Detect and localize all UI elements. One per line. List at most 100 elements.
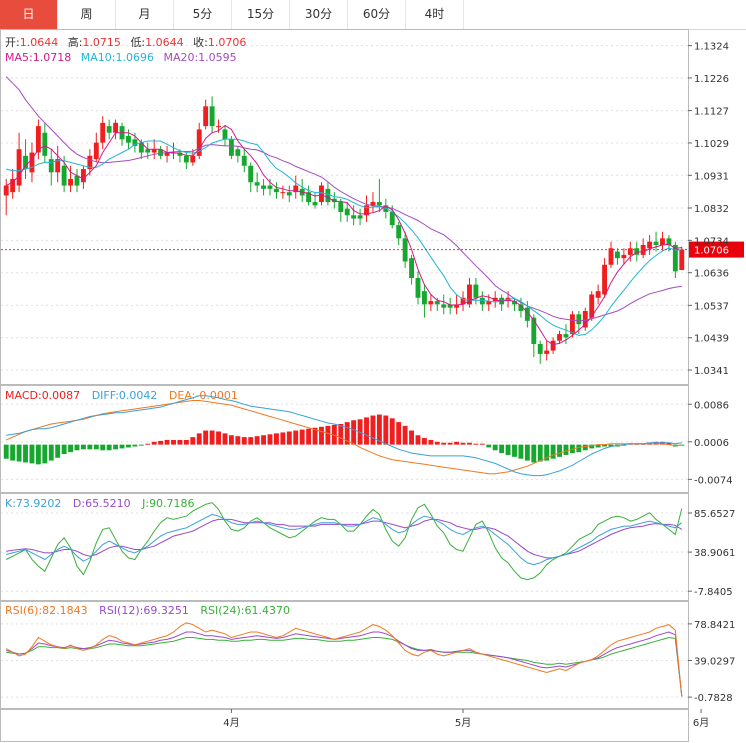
tab-week[interactable]: 周 xyxy=(58,0,116,29)
candle-body xyxy=(351,215,357,219)
candle-body xyxy=(145,149,151,153)
candle-body xyxy=(357,215,363,219)
macd-bar xyxy=(61,444,67,455)
candle-body xyxy=(344,208,350,216)
macd-bar xyxy=(447,442,453,445)
candle-body xyxy=(428,301,434,305)
macd-bar xyxy=(74,444,80,451)
chart-canvas: 开:1.0644 高:1.0715 低:1.0644 收:1.0706 MA5:… xyxy=(0,29,744,742)
macd-bar xyxy=(434,441,440,445)
candle-body xyxy=(209,106,215,127)
macd-bar xyxy=(421,438,427,445)
macd-bar xyxy=(473,443,479,445)
price-tick-label: 1.0931 xyxy=(694,171,729,182)
candle-body xyxy=(653,241,659,245)
candle-body xyxy=(16,149,22,186)
close-label: 收: xyxy=(193,35,208,49)
macd-bar xyxy=(531,444,537,463)
tab-4hour[interactable]: 4时 xyxy=(406,0,464,29)
macd-bar xyxy=(183,439,189,445)
d-label: D: xyxy=(73,497,85,510)
rsi-panel-frame xyxy=(0,601,689,709)
candle-body xyxy=(376,202,382,206)
candle-body xyxy=(203,106,209,127)
candle-body xyxy=(61,165,67,186)
candle-body xyxy=(557,334,562,341)
high-label: 高: xyxy=(68,35,83,49)
candle-body xyxy=(325,188,331,203)
ma10-value: 1.0696 xyxy=(115,51,154,64)
macd-bar xyxy=(3,444,9,459)
rsi-tick-label: 78.8421 xyxy=(694,620,735,631)
candle-body xyxy=(267,185,273,189)
macd-bar xyxy=(428,439,434,445)
rsi12-label: RSI(12): xyxy=(99,604,143,617)
grid-lines xyxy=(1,45,688,698)
macd-bar xyxy=(113,444,119,450)
macd-bar xyxy=(48,444,54,461)
kdj-legend: K:73.9202 D:65.5210 J:90.7186 xyxy=(5,497,195,510)
open-value: 1.0644 xyxy=(20,36,59,49)
tab-30min[interactable]: 30分 xyxy=(290,0,348,29)
macd-bar xyxy=(338,423,344,445)
macd-bar xyxy=(171,439,176,445)
tab-5min[interactable]: 5分 xyxy=(174,0,232,29)
macd-bar xyxy=(299,429,305,445)
candle-body xyxy=(113,122,119,133)
price-tick-label: 1.0832 xyxy=(694,204,729,215)
macd-bar xyxy=(460,442,466,445)
macd-bar xyxy=(68,444,74,453)
macd-bar xyxy=(364,417,369,445)
diff-line xyxy=(6,395,682,477)
candle-body xyxy=(48,159,54,173)
date-tick-label: 5月 xyxy=(455,717,471,729)
date-tick-label: 6月 xyxy=(693,717,709,729)
candle-body xyxy=(679,249,685,271)
diff-value: 0.0042 xyxy=(119,389,158,402)
macd-bar xyxy=(132,444,138,447)
macd-bar xyxy=(158,440,164,445)
candle-body xyxy=(80,169,86,183)
macd-bar xyxy=(454,441,460,445)
macd-bar xyxy=(389,418,395,445)
candle-body xyxy=(68,178,74,186)
price-tick-label: 1.0734 xyxy=(694,236,729,247)
candle-body xyxy=(183,155,189,163)
candle-body xyxy=(273,188,279,193)
tab-15min[interactable]: 15分 xyxy=(232,0,290,29)
candle-body xyxy=(608,248,614,265)
candle-body xyxy=(319,185,324,203)
macd-bar xyxy=(524,444,530,461)
candle-body xyxy=(254,182,260,186)
ma5-value: 1.0718 xyxy=(33,51,72,64)
macd-bar xyxy=(93,444,99,450)
macd-bar xyxy=(80,444,86,450)
candle-body xyxy=(544,350,550,354)
candle-body xyxy=(286,192,292,196)
k-value: 73.9202 xyxy=(16,497,62,510)
macd-bar xyxy=(138,444,144,446)
macd-bar xyxy=(582,444,588,451)
price-tick-label: 1.1029 xyxy=(694,139,729,150)
macd-bar xyxy=(177,439,183,445)
date-tick-label: 4月 xyxy=(223,717,239,729)
macd-label: MACD: xyxy=(5,389,42,402)
price-tick-label: 1.0537 xyxy=(694,301,729,312)
macd-bar xyxy=(190,437,196,445)
candle-body xyxy=(222,129,228,140)
ma20-value: 1.0595 xyxy=(198,51,237,64)
j-label: J: xyxy=(141,497,149,510)
tab-month[interactable]: 月 xyxy=(116,0,174,29)
candle-body xyxy=(595,291,601,298)
candle-body xyxy=(248,165,254,183)
candle-body xyxy=(29,152,35,173)
macd-bar xyxy=(415,435,421,445)
macd-bar xyxy=(35,444,41,465)
rsi6-label: RSI(6): xyxy=(5,604,42,617)
price-tick-label: 1.0341 xyxy=(694,366,729,377)
tab-60min[interactable]: 60分 xyxy=(348,0,406,29)
candle-body xyxy=(42,132,48,156)
tab-day[interactable]: 日 xyxy=(0,0,58,29)
macd-tick-label: 0.0006 xyxy=(694,438,729,449)
candle-body xyxy=(23,155,28,170)
